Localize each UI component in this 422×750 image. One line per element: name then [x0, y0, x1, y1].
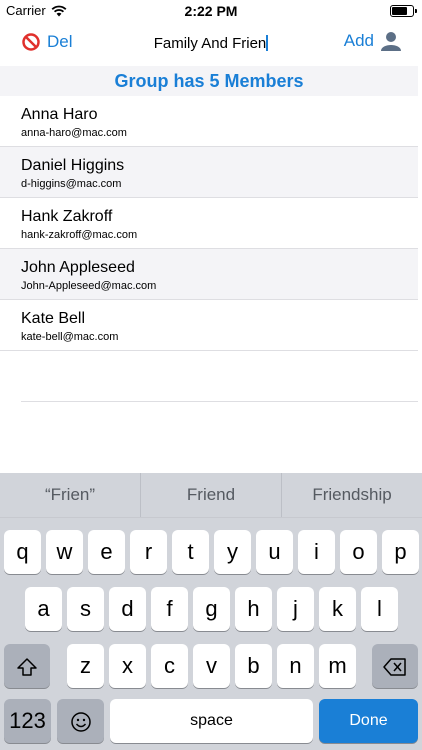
key-d[interactable]: d: [109, 587, 146, 631]
member-row[interactable]: John Appleseed John-Appleseed@mac.com: [0, 249, 418, 300]
member-list: Anna Haro anna-haro@mac.com Daniel Higgins…: [0, 96, 418, 351]
member-name: Hank Zakroff: [21, 208, 113, 225]
key-j[interactable]: j: [277, 587, 314, 631]
keyboard: “Frien” Friend Friendship qwertyuiop asdfgh…: [0, 473, 422, 750]
divider: [21, 401, 418, 402]
key-m[interactable]: m: [319, 644, 356, 688]
status-time: 2:22 PM: [184, 3, 238, 19]
add-label: Add: [343, 31, 374, 50]
emoji-key[interactable]: [57, 699, 104, 743]
key-i[interactable]: i: [298, 530, 335, 574]
group-name-field[interactable]: Family And Frien: [130, 35, 292, 52]
shift-key[interactable]: [4, 644, 50, 688]
member-row[interactable]: Kate Bell kate-bell@mac.com: [0, 300, 418, 351]
member-name: Kate Bell: [21, 310, 86, 327]
member-name: Daniel Higgins: [21, 157, 125, 174]
key-x[interactable]: x: [109, 644, 146, 688]
member-name: Anna Haro: [21, 106, 98, 123]
backspace-icon: [383, 658, 406, 676]
key-t[interactable]: t: [172, 530, 209, 574]
delete-button[interactable]: Del: [22, 32, 73, 52]
member-email: hank-zakroff@mac.com: [21, 229, 138, 241]
status-bar: Carrier 2:22 PM: [0, 0, 422, 22]
member-email: kate-bell@mac.com: [21, 331, 119, 343]
member-row[interactable]: Hank Zakroff hank-zakroff@mac.com: [0, 198, 418, 249]
key-u[interactable]: u: [256, 530, 293, 574]
key-h[interactable]: h: [235, 587, 272, 631]
key-f[interactable]: f: [151, 587, 188, 631]
suggestion-item[interactable]: Friend: [141, 473, 282, 517]
backspace-key[interactable]: [372, 644, 418, 688]
battery-icon: [390, 5, 417, 17]
member-name: John Appleseed: [21, 259, 135, 276]
member-email: John-Appleseed@mac.com: [21, 280, 157, 292]
key-w[interactable]: w: [46, 530, 83, 574]
member-row[interactable]: Daniel Higgins d-higgins@mac.com: [0, 147, 418, 198]
key-a[interactable]: a: [25, 587, 62, 631]
member-email: anna-haro@mac.com: [21, 127, 127, 139]
space-key[interactable]: space: [110, 699, 313, 743]
key-e[interactable]: e: [88, 530, 125, 574]
add-button[interactable]: Add: [344, 30, 402, 52]
key-l[interactable]: l: [361, 587, 398, 631]
key-r[interactable]: r: [130, 530, 167, 574]
group-name-value: Family And Frien: [153, 35, 267, 52]
delete-label: Del: [47, 32, 73, 51]
numbers-key[interactable]: 123: [4, 699, 51, 743]
shift-icon: [17, 658, 37, 676]
member-row[interactable]: Anna Haro anna-haro@mac.com: [0, 96, 418, 147]
key-q[interactable]: q: [4, 530, 41, 574]
nav-bar: Del Family And Frien Add: [0, 22, 422, 66]
key-k[interactable]: k: [319, 587, 356, 631]
key-c[interactable]: c: [151, 644, 188, 688]
suggestion-item[interactable]: “Frien”: [0, 473, 141, 517]
key-o[interactable]: o: [340, 530, 377, 574]
text-cursor: [266, 35, 269, 51]
key-g[interactable]: g: [193, 587, 230, 631]
group-member-count: Group has 5 Members: [0, 66, 418, 96]
suggestion-bar: “Frien” Friend Friendship: [0, 473, 422, 518]
key-n[interactable]: n: [277, 644, 314, 688]
person-icon: [381, 32, 401, 51]
prohibited-icon: [22, 33, 40, 51]
key-z[interactable]: z: [67, 644, 104, 688]
key-p[interactable]: p: [382, 530, 419, 574]
key-y[interactable]: y: [214, 530, 251, 574]
key-b[interactable]: b: [235, 644, 272, 688]
done-key[interactable]: Done: [319, 699, 418, 743]
key-v[interactable]: v: [193, 644, 230, 688]
emoji-icon: [70, 712, 91, 732]
suggestion-item[interactable]: Friendship: [282, 473, 422, 517]
member-email: d-higgins@mac.com: [21, 178, 122, 190]
key-s[interactable]: s: [67, 587, 104, 631]
